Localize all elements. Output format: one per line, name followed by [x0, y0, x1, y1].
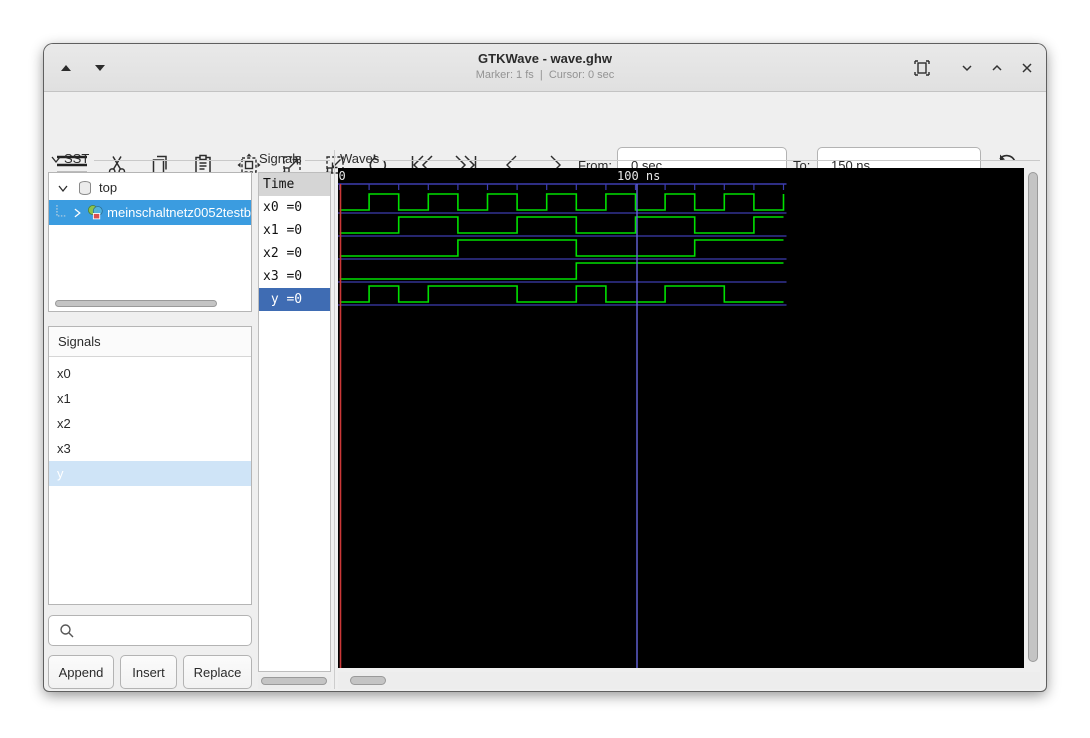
signal-table-hscrollbar[interactable]	[258, 674, 331, 689]
titlebar: GTKWave - wave.ghw Marker: 1 fs | Cursor…	[44, 44, 1046, 92]
fullscreen-button[interactable]	[910, 56, 934, 80]
sst-hscrollbar-thumb[interactable]	[55, 300, 217, 307]
waves-vscrollbar-thumb[interactable]	[1028, 172, 1038, 662]
table-row-x3[interactable]: x3 =0	[259, 265, 330, 288]
signal-table-label: Signals	[259, 151, 302, 166]
insert-button[interactable]: Insert	[120, 655, 177, 689]
expander-down-icon	[58, 185, 68, 192]
waves-vscrollbar[interactable]	[1026, 168, 1040, 668]
waves-hscrollbar-thumb[interactable]	[350, 676, 386, 685]
wave-canvas[interactable]: 0 100 ns	[338, 168, 1024, 668]
list-item-label: x2	[57, 416, 71, 431]
svg-text:0: 0	[339, 169, 346, 183]
wave-x0	[339, 193, 785, 211]
svg-text:100 ns: 100 ns	[617, 169, 660, 183]
tree-row-module[interactable]: meinschaltnetz0052testb	[49, 200, 251, 225]
close-button[interactable]	[1015, 56, 1039, 80]
wave-y	[339, 285, 784, 303]
table-row-x0[interactable]: x0 =0	[259, 196, 330, 219]
signal-table-frameline	[305, 160, 330, 161]
table-row-x2[interactable]: x2 =0	[259, 242, 330, 265]
wave-x1	[339, 216, 784, 234]
waves-label: Waves	[340, 151, 380, 166]
waves-frameline	[382, 160, 1040, 161]
tree-connector-icon	[56, 204, 67, 216]
tree-row-top[interactable]: top	[49, 175, 251, 200]
database-icon	[79, 180, 91, 195]
sst-expander-icon[interactable]	[50, 153, 62, 165]
search-icon	[60, 623, 74, 637]
window-subtitle: Marker: 1 fs | Cursor: 0 sec	[475, 69, 615, 81]
signal-table-panel: Time x0 =0 x1 =0 x2 =0 x3 =0 y =0	[258, 172, 331, 672]
tree-row-label: meinschaltnetz0052testb	[107, 205, 251, 220]
list-item-x3[interactable]: x3	[49, 436, 251, 461]
signal-search-input[interactable]	[48, 615, 252, 646]
waveform-svg: 0 100 ns	[338, 169, 787, 668]
maximize-button[interactable]	[985, 56, 1009, 80]
module-icon	[87, 205, 103, 220]
list-item-label: y	[57, 466, 64, 481]
wave-x2	[339, 239, 784, 257]
append-button[interactable]: Append	[48, 655, 114, 689]
chevron-up-icon	[992, 64, 1002, 71]
table-row-x1[interactable]: x1 =0	[259, 219, 330, 242]
sst-tree-panel: top meinschaltnetz0052testb	[48, 172, 252, 312]
tree-row-label: top	[99, 180, 118, 195]
window-title: GTKWave - wave.ghw	[478, 51, 612, 66]
list-item-x1[interactable]: x1	[49, 386, 251, 411]
list-item-y[interactable]: y	[49, 461, 251, 486]
signals-list-header: Signals	[49, 327, 251, 357]
minimize-button[interactable]	[955, 56, 979, 80]
expander-right-icon[interactable]	[71, 207, 83, 219]
list-item-x0[interactable]: x0	[49, 361, 251, 386]
panel-splitter[interactable]	[334, 150, 335, 689]
replace-button[interactable]: Replace	[183, 655, 252, 689]
sst-frameline	[94, 160, 252, 161]
signal-table-hscrollbar-thumb[interactable]	[261, 677, 327, 685]
close-icon	[1022, 63, 1032, 73]
wave-x3	[339, 262, 784, 280]
list-item-x2[interactable]: x2	[49, 411, 251, 436]
chevron-down-icon	[962, 65, 972, 72]
sst-label: SST	[64, 151, 90, 166]
fullscreen-icon	[914, 60, 930, 76]
table-row-y[interactable]: y =0	[259, 288, 330, 311]
signals-list-panel: Signals x0 x1 x2 x3 y	[48, 326, 252, 605]
list-item-label: x3	[57, 441, 71, 456]
title-block: GTKWave - wave.ghw Marker: 1 fs | Cursor…	[44, 51, 1046, 81]
time-header: Time	[259, 173, 330, 196]
list-item-label: x0	[57, 366, 71, 381]
list-item-label: x1	[57, 391, 71, 406]
waves-hscrollbar[interactable]	[338, 672, 1040, 689]
